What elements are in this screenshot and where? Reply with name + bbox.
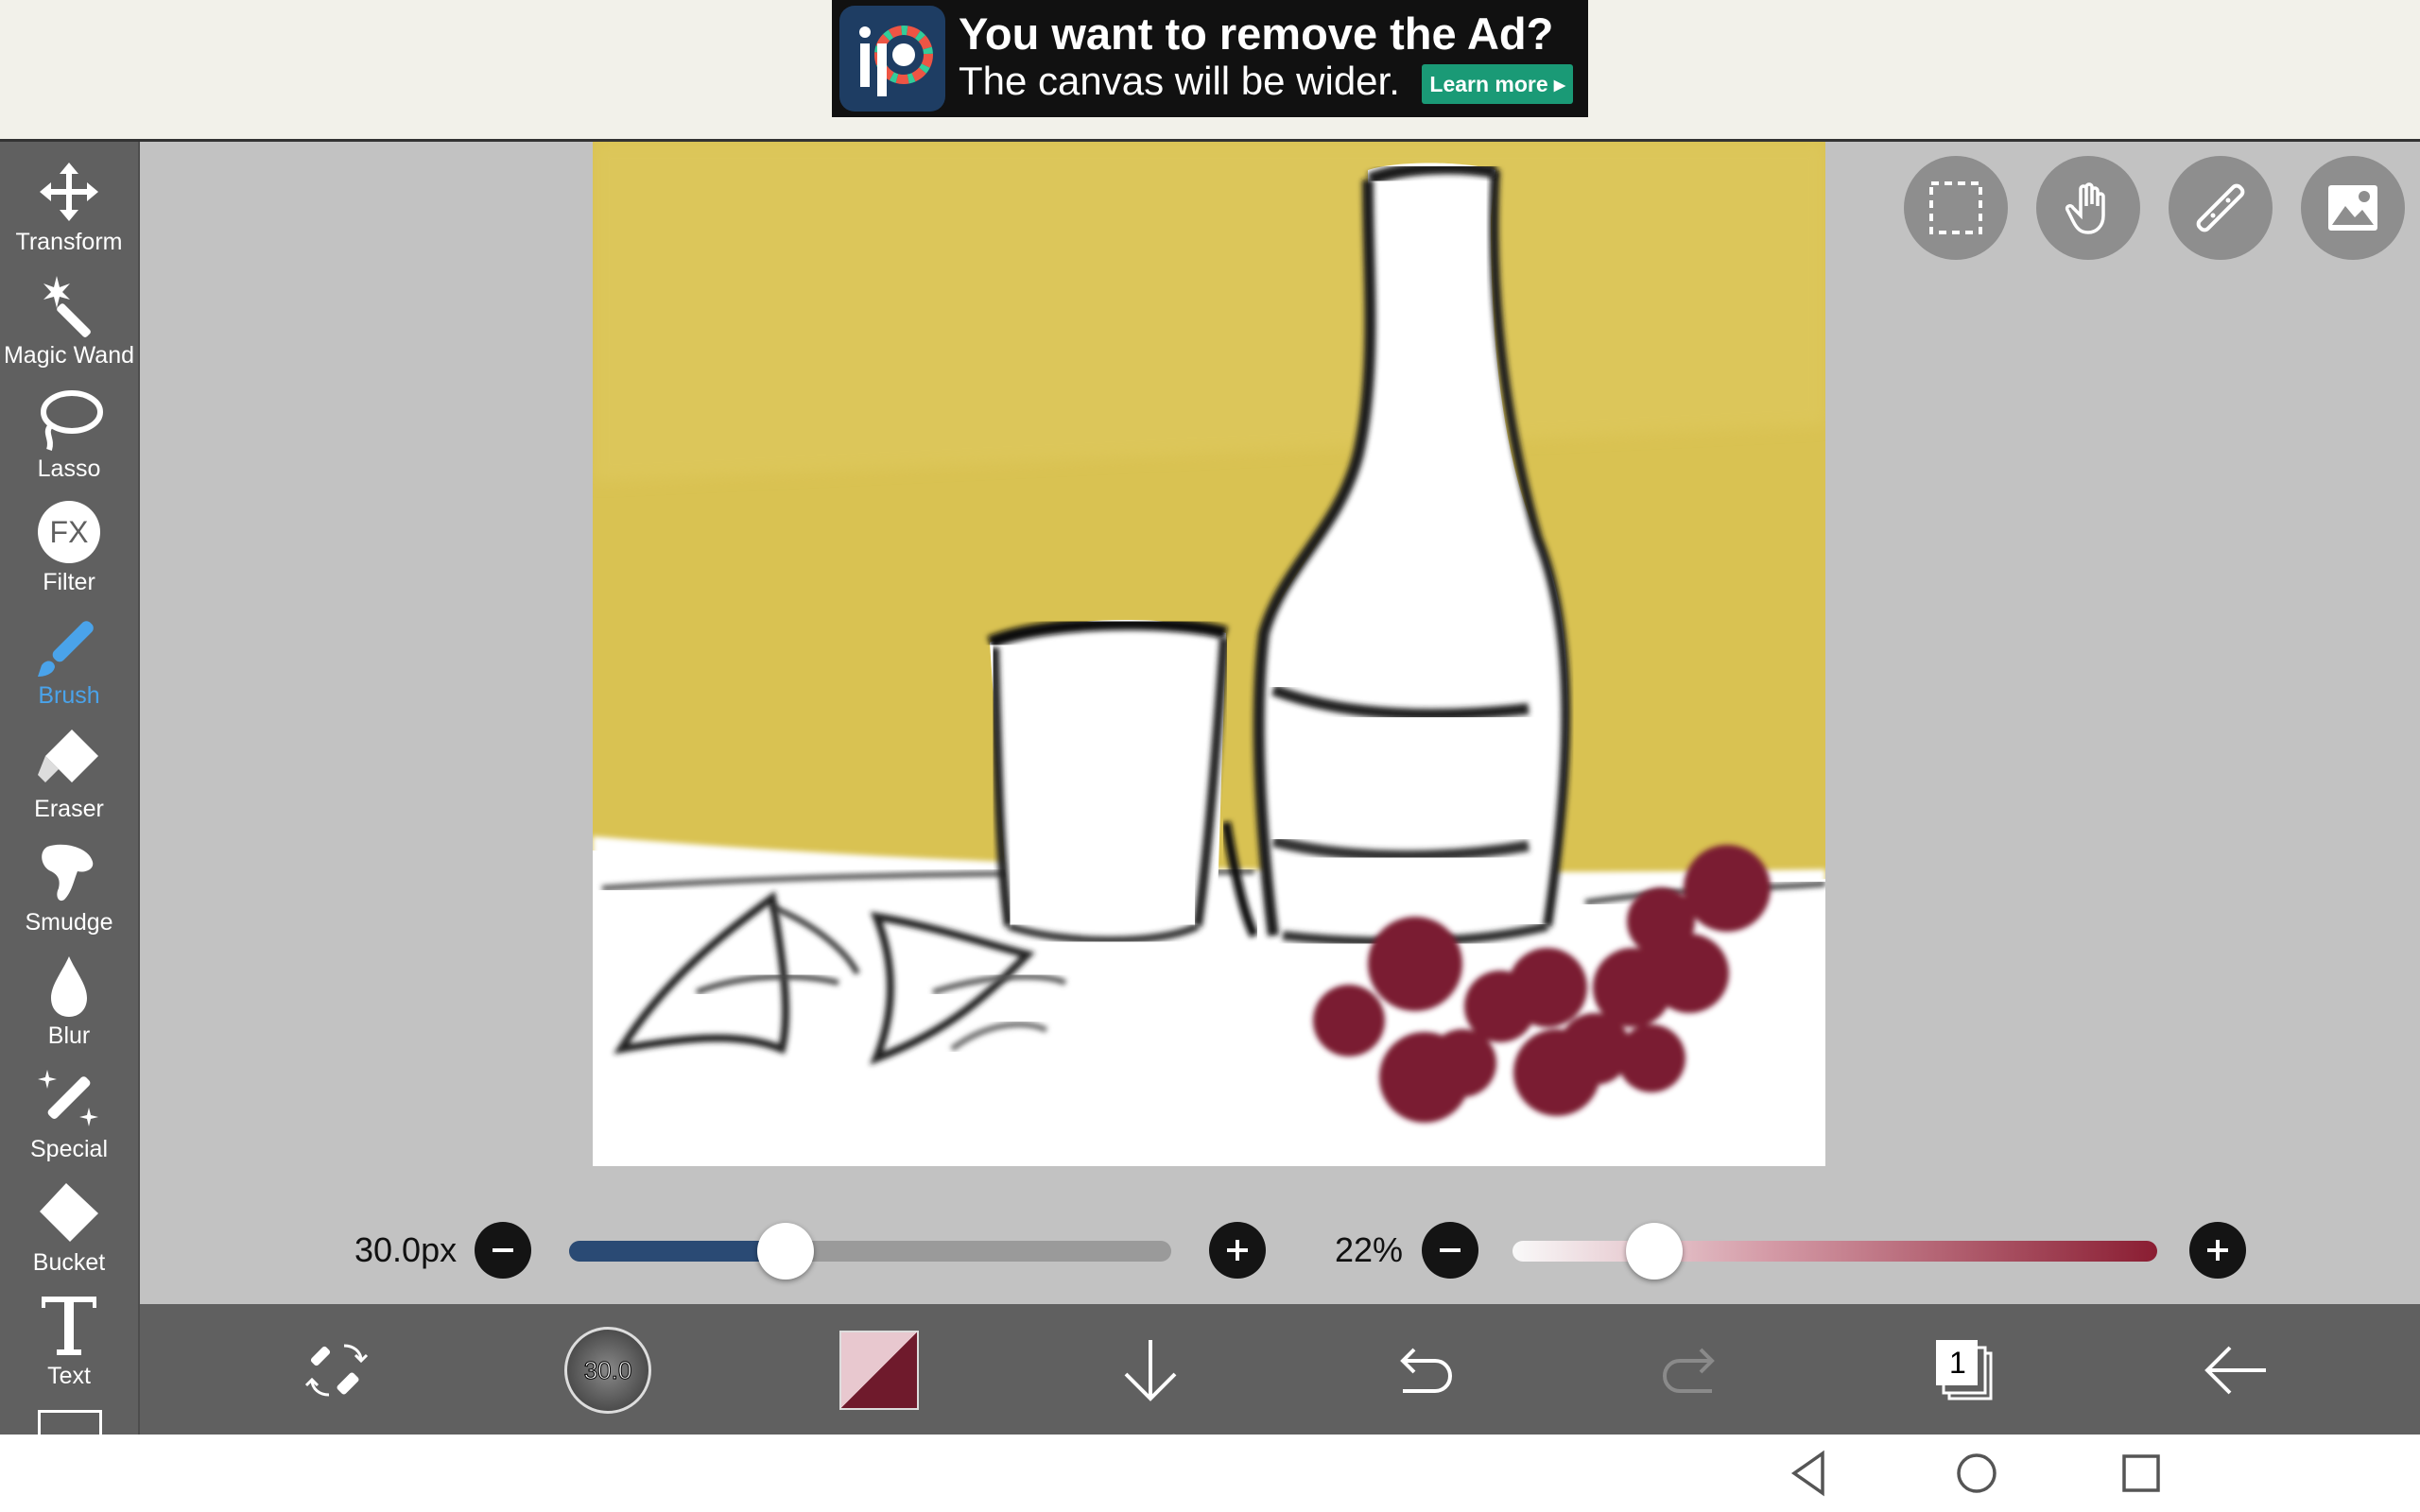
tool-text[interactable]: Text [0, 1291, 138, 1402]
opacity-value: 22% [1335, 1230, 1404, 1269]
tool-sidebar: Transform Magic Wand Lasso FX Filter Bru… [0, 142, 140, 1437]
tool-label: Smudge [25, 909, 113, 936]
minus-icon [1440, 1248, 1461, 1252]
artwork [593, 142, 1825, 1166]
droplet-icon [51, 956, 87, 1017]
redo-button[interactable] [1646, 1323, 1740, 1418]
tool-label: Lasso [37, 455, 101, 482]
tool-special[interactable]: Special [0, 1064, 138, 1176]
brush-preview-label: 30.0 [564, 1327, 651, 1414]
brush-preview-button[interactable]: 30.0 [561, 1323, 655, 1418]
ruler-button[interactable] [2169, 156, 2273, 260]
ad-subline: The canvas will be wider. [959, 59, 1400, 103]
system-nav-bar [0, 1435, 2420, 1512]
plus-icon [2207, 1240, 2228, 1261]
tool-label: Eraser [34, 796, 104, 822]
magic-wand-icon [43, 276, 91, 337]
tool-blur[interactable]: Blur [0, 951, 138, 1062]
tool-lasso[interactable]: Lasso [0, 384, 138, 495]
tool-label: Special [30, 1136, 108, 1162]
swap-tool-button[interactable] [289, 1323, 384, 1418]
tool-filter[interactable]: FX Filter [0, 497, 138, 609]
opacity-thumb[interactable] [1626, 1223, 1684, 1280]
hand-touch-icon [2065, 182, 2105, 234]
tool-label: Blur [47, 1022, 91, 1049]
image-button[interactable] [2301, 156, 2405, 260]
fx-icon: FX [38, 501, 100, 563]
brush-size-decrease-button[interactable] [475, 1222, 531, 1279]
eraser-icon [38, 730, 98, 782]
minus-icon [493, 1248, 513, 1252]
svg-text:FX: FX [50, 515, 89, 549]
selection-button[interactable] [1904, 156, 2008, 260]
color-swatch-button[interactable] [832, 1323, 926, 1418]
undo-button[interactable] [1374, 1323, 1469, 1418]
tool-magic-wand[interactable]: Magic Wand [0, 270, 138, 382]
nav-home-button[interactable] [1951, 1448, 2002, 1499]
nav-home-icon [1957, 1453, 1996, 1493]
nav-back-icon [1790, 1450, 1824, 1497]
drawing-canvas[interactable] [593, 142, 1825, 1166]
ruler-icon [2196, 183, 2245, 232]
tool-transform[interactable]: Transform [0, 157, 138, 268]
tool-bucket[interactable]: Bucket [0, 1177, 138, 1289]
tool-label: Transform [15, 229, 123, 255]
ad-headline: You want to remove the Ad? [959, 9, 1554, 59]
bottom-toolbar: 30.0 1 [140, 1304, 2420, 1435]
nav-back-button[interactable] [1785, 1448, 1836, 1499]
brush-size-increase-button[interactable] [1209, 1222, 1266, 1279]
brush-icon [38, 621, 94, 677]
layers-button[interactable]: 1 [1917, 1323, 2012, 1418]
opacity-track[interactable] [1512, 1241, 2157, 1262]
tool-brush[interactable]: Brush [0, 610, 138, 722]
tool-smudge[interactable]: Smudge [0, 837, 138, 949]
redo-icon [1662, 1348, 1715, 1393]
tool-label: Text [47, 1363, 91, 1389]
back-button[interactable] [2188, 1323, 2283, 1418]
selection-icon [1929, 181, 1982, 234]
move-arrows-icon [40, 163, 98, 221]
tool-eraser[interactable]: Eraser [0, 724, 138, 835]
opacity-increase-button[interactable] [2189, 1222, 2246, 1279]
text-t-icon [42, 1297, 96, 1355]
tool-label: Bucket [32, 1249, 106, 1276]
ad-banner-area: You want to remove the Ad? The canvas wi… [0, 0, 2420, 142]
layer-count: 1 [1949, 1346, 1966, 1380]
undo-icon [1400, 1348, 1453, 1393]
sparkle-pen-icon [38, 1070, 98, 1126]
download-arrow-icon [1124, 1340, 1177, 1401]
back-arrow-icon [2204, 1346, 2266, 1395]
nav-recents-icon [2122, 1454, 2160, 1492]
smudge-finger-icon [42, 844, 94, 902]
nav-recents-button[interactable] [2116, 1448, 2167, 1499]
brush-size-thumb[interactable] [757, 1223, 815, 1280]
opacity-decrease-button[interactable] [1422, 1222, 1478, 1279]
download-button[interactable] [1103, 1323, 1198, 1418]
tool-label: Brush [38, 682, 100, 709]
learn-more-button[interactable]: Learn more ▸ [1422, 64, 1573, 104]
plus-icon [1227, 1240, 1248, 1261]
swap-tool-icon [304, 1344, 369, 1397]
app-logo-icon [839, 6, 945, 112]
tool-label: Magic Wand [3, 342, 134, 369]
lasso-icon [41, 390, 103, 451]
brush-size-value: 30.0px [354, 1230, 458, 1269]
ad-banner[interactable]: You want to remove the Ad? The canvas wi… [832, 0, 1588, 117]
color-swatch [839, 1331, 919, 1410]
bucket-icon [40, 1183, 98, 1242]
hand-tool-button[interactable] [2036, 156, 2140, 260]
brush-size-fill [569, 1241, 786, 1262]
image-icon [2328, 185, 2377, 231]
tool-more-partial[interactable] [38, 1410, 102, 1437]
tool-label: Filter [43, 569, 95, 595]
